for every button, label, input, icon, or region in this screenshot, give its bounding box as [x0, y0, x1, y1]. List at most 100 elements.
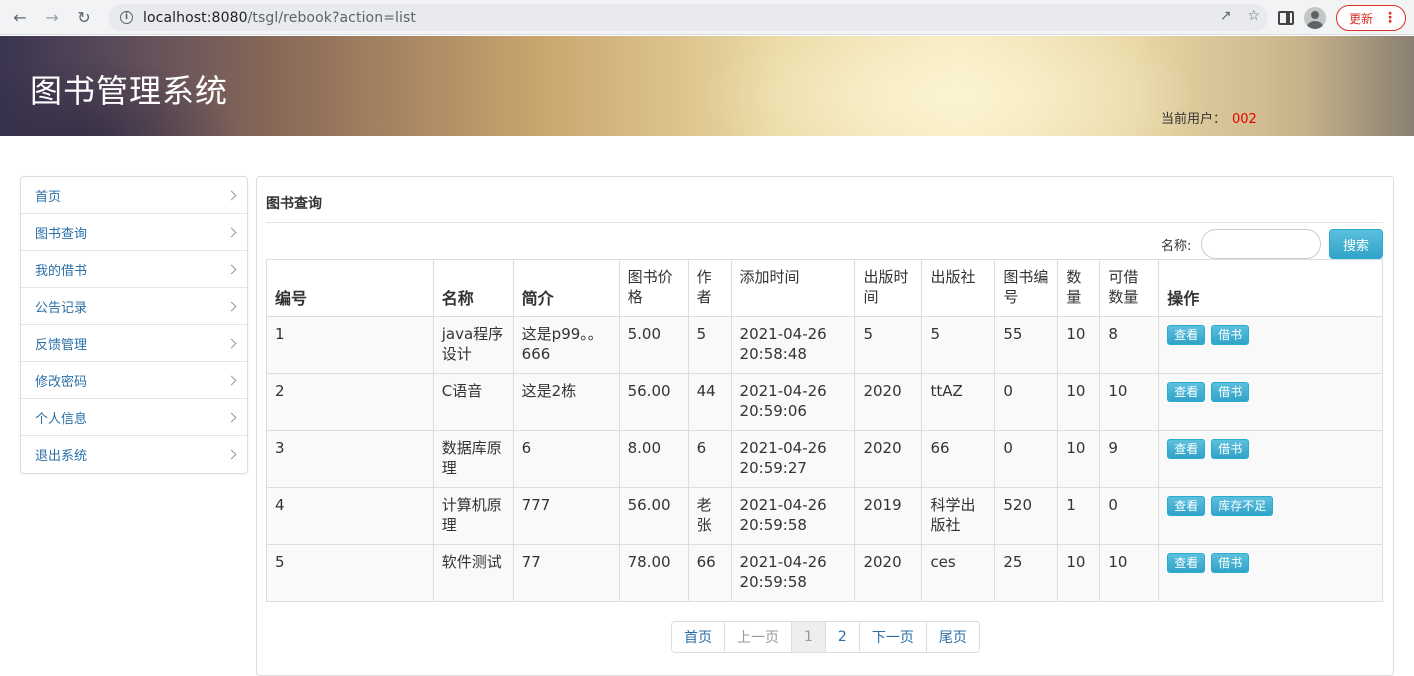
column-header: 图书价格: [618, 259, 689, 317]
cell-publisher: 5: [921, 316, 996, 374]
book-search-panel: 图书查询 名称: 搜索 编号 名称 简介 图书价格 作者 添加时间 出版时间 出…: [256, 176, 1394, 676]
page-next-link[interactable]: 下一页: [859, 622, 927, 652]
sidebar-item-feedback[interactable]: 反馈管理: [21, 325, 247, 362]
cell-publish-time: 2019: [854, 487, 923, 545]
update-button[interactable]: 更新 ⋮: [1336, 5, 1407, 31]
column-header: 出版社: [921, 259, 996, 317]
cell-author: 44: [687, 373, 732, 431]
cell-book-number: 25: [994, 544, 1059, 602]
address-bar[interactable]: i localhost:8080/tsgl/rebook?action=list…: [108, 4, 1268, 31]
search-input[interactable]: [1201, 229, 1321, 259]
profile-avatar-icon[interactable]: [1304, 7, 1326, 29]
cell-intro: 这是p99。。666: [512, 316, 620, 374]
cell-publish-time: 2020: [854, 430, 923, 488]
sidebar-item-label: 退出系统: [35, 449, 88, 464]
cell-publish-time: 5: [854, 316, 923, 374]
cell-price: 56.00: [618, 487, 689, 545]
info-icon[interactable]: i: [120, 11, 133, 24]
sidebar-item-label: 修改密码: [35, 374, 88, 390]
cell-author: 老张: [687, 487, 732, 545]
cell-price: 56.00: [618, 373, 689, 431]
header-banner: 图书管理系统 当前用户： 002: [0, 36, 1414, 136]
url-path: /tsgl/rebook?action=list: [247, 9, 416, 26]
reload-icon[interactable]: ↻: [72, 5, 96, 29]
column-header: 编号: [266, 259, 434, 317]
cell-actions: 查看 借书: [1158, 544, 1383, 602]
cell-quantity: 10: [1057, 430, 1101, 488]
sidebar-item-label: 首页: [35, 189, 62, 205]
cell-actions: 查看 借书: [1158, 430, 1383, 488]
page-last-link[interactable]: 尾页: [926, 622, 979, 652]
borrow-button[interactable]: 借书: [1211, 382, 1250, 402]
out-of-stock-button[interactable]: 库存不足: [1211, 496, 1274, 516]
column-header: 添加时间: [730, 259, 856, 317]
pagination: 首页 上一页 1 2 下一页 尾页: [671, 621, 980, 653]
sidebar-item-announcements[interactable]: 公告记录: [21, 288, 247, 325]
table-row: 3 数据库原理 6 8.00 6 2021-04-26 20:59:27 202…: [266, 430, 1383, 488]
page-prev-link[interactable]: 上一页: [725, 622, 792, 652]
browser-toolbar: ← → ↻ i localhost:8080/tsgl/rebook?actio…: [0, 0, 1414, 35]
cell-price: 5.00: [618, 316, 689, 374]
forward-icon[interactable]: →: [40, 5, 64, 29]
cell-publish-time: 2020: [854, 544, 923, 602]
sidebar-item-label: 我的借书: [35, 263, 88, 279]
cell-added-time: 2021-04-26 20:59:58: [730, 487, 856, 545]
view-button[interactable]: 查看: [1167, 325, 1206, 345]
sidebar-item-logout[interactable]: 退出系统: [21, 436, 247, 473]
view-button[interactable]: 查看: [1167, 382, 1206, 402]
column-header: 数量: [1057, 259, 1101, 317]
table-row: 5 软件测试 77 78.00 66 2021-04-26 20:59:58 2…: [266, 544, 1383, 602]
cell-intro: 6: [512, 430, 620, 488]
cell-author: 5: [687, 316, 732, 374]
back-icon[interactable]: ←: [8, 5, 32, 29]
cell-actions: 查看 借书: [1158, 373, 1383, 431]
cell-added-time: 2021-04-26 20:59:06: [730, 373, 856, 431]
share-icon[interactable]: ↗: [1220, 8, 1232, 24]
page-number-current[interactable]: 1: [792, 622, 826, 652]
view-button[interactable]: 查看: [1167, 439, 1206, 459]
cell-available: 10: [1099, 544, 1160, 602]
chevron-right-icon: [226, 264, 237, 274]
borrow-button[interactable]: 借书: [1211, 439, 1250, 459]
side-panel-icon[interactable]: [1278, 11, 1294, 25]
current-user-id: 002: [1232, 112, 1257, 127]
sidebar-item-home[interactable]: 首页: [21, 177, 247, 214]
cell-author: 66: [687, 544, 732, 602]
sidebar-item-change-password[interactable]: 修改密码: [21, 362, 247, 399]
cell-quantity: 1: [1057, 487, 1101, 545]
view-button[interactable]: 查看: [1167, 496, 1206, 516]
sidebar-item-my-borrows[interactable]: 我的借书: [21, 251, 247, 288]
current-user: 当前用户： 002: [1161, 108, 1257, 127]
cell-quantity: 10: [1057, 316, 1101, 374]
sidebar-item-book-search[interactable]: 图书查询: [21, 214, 247, 251]
search-button[interactable]: 搜索: [1329, 229, 1383, 259]
cell-added-time: 2021-04-26 20:59:58: [730, 544, 856, 602]
borrow-button[interactable]: 借书: [1211, 325, 1250, 345]
url-text[interactable]: localhost:8080/tsgl/rebook?action=list: [143, 10, 416, 26]
table-row: 1 java程序设计 这是p99。。666 5.00 5 2021-04-26 …: [266, 316, 1383, 374]
update-label: 更新: [1349, 11, 1374, 26]
cell-added-time: 2021-04-26 20:59:27: [730, 430, 856, 488]
panel-title: 图书查询: [266, 196, 322, 212]
sidebar-item-label: 图书查询: [35, 226, 88, 242]
chevron-right-icon: [226, 338, 237, 348]
page-first-link[interactable]: 首页: [672, 622, 725, 652]
cell-price: 78.00: [618, 544, 689, 602]
cell-actions: 查看 库存不足: [1158, 487, 1383, 545]
cell-book-number: 0: [994, 373, 1059, 431]
cell-available: 0: [1099, 487, 1160, 545]
bookmark-star-icon[interactable]: ☆: [1247, 8, 1260, 24]
cell-book-number: 520: [994, 487, 1059, 545]
cell-name: 数据库原理: [432, 430, 514, 488]
view-button[interactable]: 查看: [1167, 553, 1206, 573]
sidebar-item-profile[interactable]: 个人信息: [21, 399, 247, 436]
borrow-button[interactable]: 借书: [1211, 553, 1250, 573]
column-header: 可借数量: [1099, 259, 1160, 317]
column-header: 简介: [512, 259, 620, 317]
search-label: 名称:: [1161, 239, 1192, 254]
cell-quantity: 10: [1057, 373, 1101, 431]
cell-id: 4: [266, 487, 434, 545]
cell-intro: 777: [512, 487, 620, 545]
page-number-link[interactable]: 2: [825, 622, 860, 652]
cell-quantity: 10: [1057, 544, 1101, 602]
